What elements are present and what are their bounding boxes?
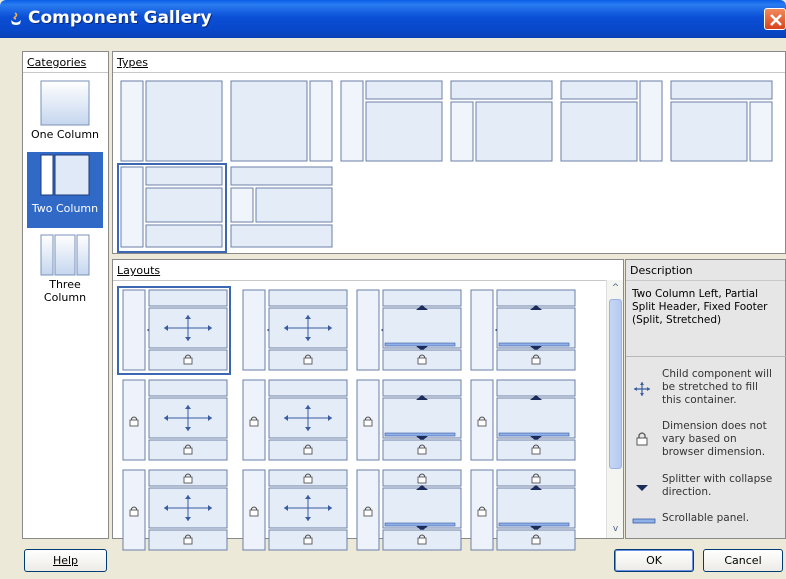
type-left-split-header-footer[interactable] (117, 163, 227, 253)
one-column-icon (40, 80, 90, 126)
two-column-icon (40, 154, 90, 196)
category-label: One Column (30, 128, 100, 141)
categories-header: Categories (23, 52, 108, 73)
help-button[interactable]: Help (24, 549, 107, 572)
layouts-scrollbar[interactable]: ^ v (606, 280, 623, 538)
category-one-column[interactable]: One Column (27, 78, 103, 156)
java-cup-icon (11, 12, 21, 25)
type-header-right-column-right[interactable] (669, 79, 775, 165)
cancel-button[interactable]: Cancel (703, 549, 783, 572)
title-bar: Component Gallery (0, 0, 786, 38)
layout-thumbnail[interactable] (467, 378, 577, 463)
description-divider (626, 356, 786, 357)
type-right-column[interactable] (229, 79, 335, 165)
layout-thumbnail[interactable] (353, 468, 463, 553)
categories-panel: Categories One Column Two Column Three C… (22, 51, 109, 539)
layouts-panel: Layouts ^ v (112, 259, 624, 551)
legend-text: Splitter with collapse direction. (662, 473, 773, 498)
three-column-icon (40, 234, 90, 276)
layout-thumbnail[interactable] (119, 378, 229, 463)
layouts-header: Layouts (113, 260, 623, 281)
splitter-collapse-icon (636, 485, 648, 491)
layout-thumbnail[interactable] (467, 468, 577, 553)
category-label: Three Column (43, 278, 87, 304)
legend-text: Child component will be stretched to fil… (662, 368, 772, 406)
layout-thumbnail[interactable] (353, 378, 463, 463)
layout-thumbnail[interactable] (353, 288, 463, 373)
types-panel: Types (112, 51, 786, 254)
legend-splitter: Splitter with collapse direction. (632, 473, 782, 503)
layout-thumbnail[interactable] (239, 378, 349, 463)
category-three-column[interactable]: Three Column (27, 232, 103, 308)
layout-thumbnail[interactable] (119, 468, 229, 553)
legend-text: Dimension does not vary based on browser… (662, 420, 767, 458)
scrollable-panel-icon (632, 518, 656, 524)
legend-text: Scrollable panel. (662, 512, 750, 524)
scroll-up-arrow-icon[interactable]: ^ (607, 280, 624, 297)
window-title: Component Gallery (28, 8, 212, 28)
close-button[interactable] (764, 8, 786, 30)
type-left-column-header[interactable] (339, 79, 445, 165)
layout-thumbnail[interactable] (239, 288, 349, 373)
type-header-right-column[interactable] (559, 79, 665, 165)
legend-stretch: Child component will be stretched to fil… (632, 368, 782, 410)
scroll-thumb[interactable] (609, 299, 622, 469)
legend-lock: Dimension does not vary based on browser… (632, 420, 782, 462)
ok-button[interactable]: OK (614, 549, 694, 572)
description-panel: Description Two Column Left, Partial Spl… (625, 259, 786, 539)
layout-thumbnail[interactable] (467, 288, 577, 373)
stretch-arrows-icon (634, 382, 650, 396)
description-header: Description (626, 260, 785, 281)
type-left-column[interactable] (119, 79, 225, 165)
description-text: Two Column Left, Partial Split Header, F… (632, 288, 768, 326)
lock-icon (636, 432, 648, 446)
close-icon (770, 14, 782, 26)
category-label: Two Column (31, 202, 99, 215)
legend-scrollable: Scrollable panel. (632, 512, 782, 528)
type-header-left-footer[interactable] (229, 165, 335, 251)
category-two-column[interactable]: Two Column (27, 152, 103, 228)
layout-thumbnail[interactable] (239, 468, 349, 553)
types-header: Types (113, 52, 785, 73)
scroll-down-arrow-icon[interactable]: v (607, 521, 624, 538)
layout-thumbnail[interactable] (117, 286, 231, 375)
type-header-left-column[interactable] (449, 79, 555, 165)
